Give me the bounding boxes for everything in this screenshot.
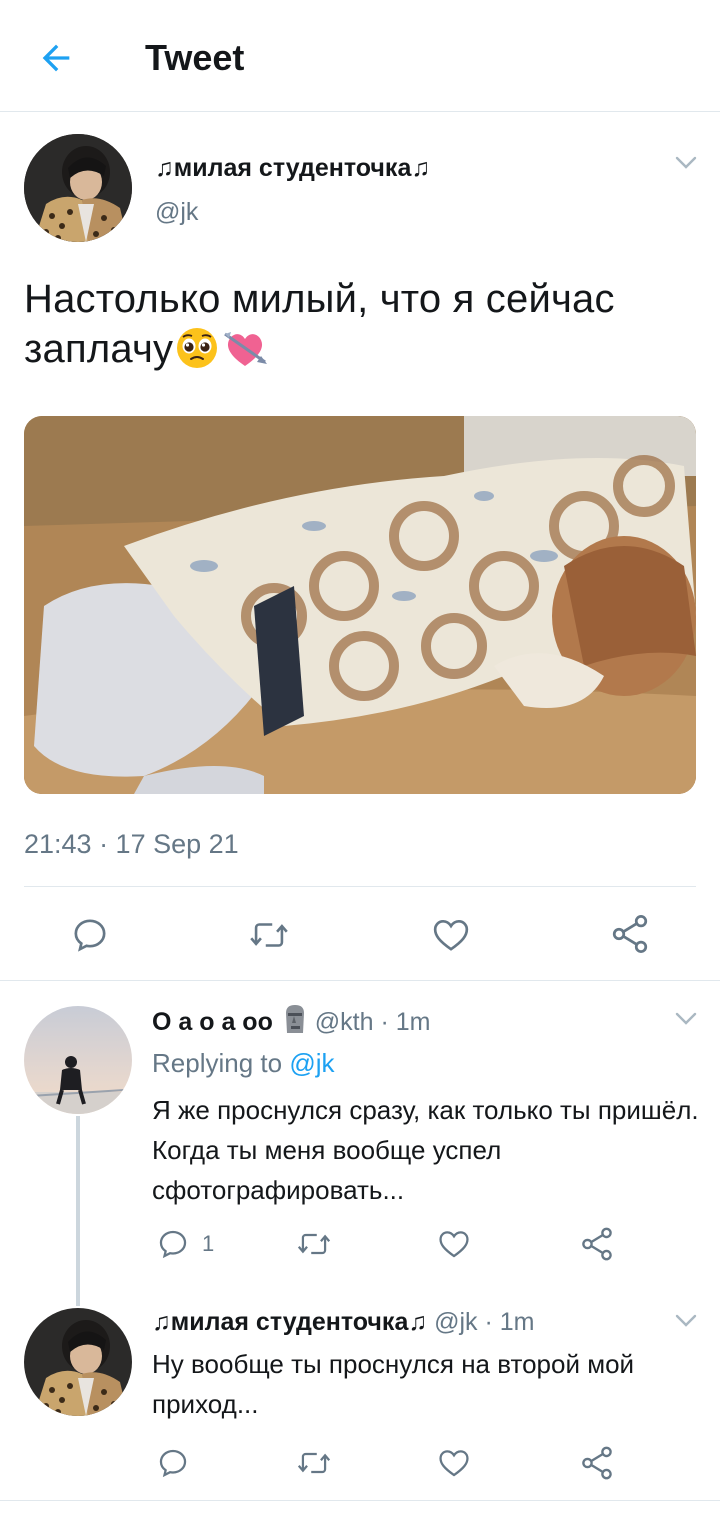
reply-avatar[interactable] bbox=[24, 1006, 132, 1114]
chevron-down-icon bbox=[675, 1012, 697, 1025]
share-icon bbox=[582, 1446, 612, 1480]
reply-avatar[interactable] bbox=[24, 1308, 132, 1416]
reply-button[interactable]: 1 bbox=[156, 1227, 214, 1261]
like-button[interactable] bbox=[436, 1227, 472, 1261]
share-button[interactable] bbox=[578, 1444, 616, 1482]
reply-text: Я же проснулся сразу, как только ты приш… bbox=[152, 1095, 699, 1205]
replying-to-prefix: Replying to bbox=[152, 1048, 283, 1078]
tweet-photo[interactable] bbox=[24, 416, 696, 794]
author-handle[interactable]: @jk bbox=[155, 196, 198, 228]
avatar[interactable] bbox=[24, 134, 132, 242]
share-button[interactable] bbox=[608, 912, 652, 956]
reply-handle[interactable]: @jk bbox=[434, 1308, 477, 1336]
reply-header: O a o a oo @kth · 1m bbox=[152, 1003, 430, 1043]
avatar-image bbox=[24, 1006, 132, 1114]
share-icon bbox=[582, 1227, 612, 1261]
back-button[interactable] bbox=[34, 36, 78, 80]
thread-connector bbox=[76, 1116, 80, 1306]
divider bbox=[24, 886, 696, 887]
top-app-bar: Tweet bbox=[0, 0, 720, 112]
meta-separator: · bbox=[484, 1308, 493, 1336]
share-icon bbox=[612, 915, 648, 953]
retweet-button[interactable] bbox=[296, 1227, 332, 1261]
reply-icon bbox=[159, 1449, 187, 1478]
moai-icon bbox=[282, 1003, 308, 1043]
share-button[interactable] bbox=[578, 1225, 616, 1263]
retweet-button[interactable] bbox=[296, 1446, 332, 1480]
retweet-button[interactable] bbox=[248, 915, 290, 955]
reply-button[interactable] bbox=[70, 915, 110, 955]
page-title: Tweet bbox=[145, 37, 245, 78]
like-button[interactable] bbox=[436, 1446, 472, 1480]
tweet-timestamp: 21:43 · 17 Sep 21 bbox=[24, 829, 239, 859]
reply-author-name[interactable]: ♫милая студенточка♫ bbox=[152, 1308, 427, 1336]
section-divider bbox=[0, 1500, 720, 1501]
arrow-left-icon bbox=[42, 44, 70, 72]
like-icon bbox=[439, 1450, 469, 1477]
section-divider bbox=[0, 980, 720, 981]
reply-header: ♫милая студенточка♫ @jk · 1m bbox=[152, 1306, 534, 1338]
pleading-face-icon bbox=[175, 326, 219, 382]
like-icon bbox=[433, 919, 469, 951]
retweet-icon bbox=[297, 1452, 331, 1474]
avatar-image bbox=[24, 1308, 132, 1416]
retweet-icon bbox=[250, 923, 288, 947]
author-name[interactable]: ♫милая студенточка♫ bbox=[155, 152, 430, 184]
reply-more-options-button[interactable] bbox=[668, 1306, 704, 1336]
tweet-text: Настолько милый, что я сейчас заплачу bbox=[24, 274, 696, 382]
reply-count: 1 bbox=[202, 1231, 215, 1256]
reply-icon bbox=[159, 1230, 187, 1259]
tweet-text-content: Настолько милый, что я сейчас заплачу bbox=[24, 277, 615, 371]
reply-time: 1m bbox=[395, 1008, 431, 1036]
photo-sleeping-person bbox=[24, 416, 696, 794]
reply-button[interactable] bbox=[156, 1446, 190, 1480]
reply-icon bbox=[74, 919, 106, 952]
retweet-icon bbox=[297, 1233, 331, 1255]
chevron-down-icon bbox=[675, 1314, 697, 1327]
like-button[interactable] bbox=[430, 915, 472, 955]
like-icon bbox=[439, 1231, 469, 1258]
meta-separator: · bbox=[380, 1008, 389, 1036]
reply-text: Ну вообще ты проснулся на второй мой при… bbox=[152, 1349, 635, 1419]
chevron-down-icon bbox=[675, 156, 697, 169]
reply-handle[interactable]: @kth bbox=[315, 1008, 374, 1036]
replying-to-mention[interactable]: @jk bbox=[289, 1048, 334, 1078]
heart-with-arrow-icon bbox=[221, 326, 269, 382]
more-options-button[interactable] bbox=[668, 148, 704, 178]
reply-time: 1m bbox=[499, 1308, 535, 1336]
reply-author-name[interactable]: O a o a oo bbox=[152, 1008, 273, 1036]
reply-more-options-button[interactable] bbox=[668, 1004, 704, 1034]
replying-to: Replying to @jk bbox=[152, 1046, 334, 1080]
avatar-image bbox=[24, 134, 132, 242]
